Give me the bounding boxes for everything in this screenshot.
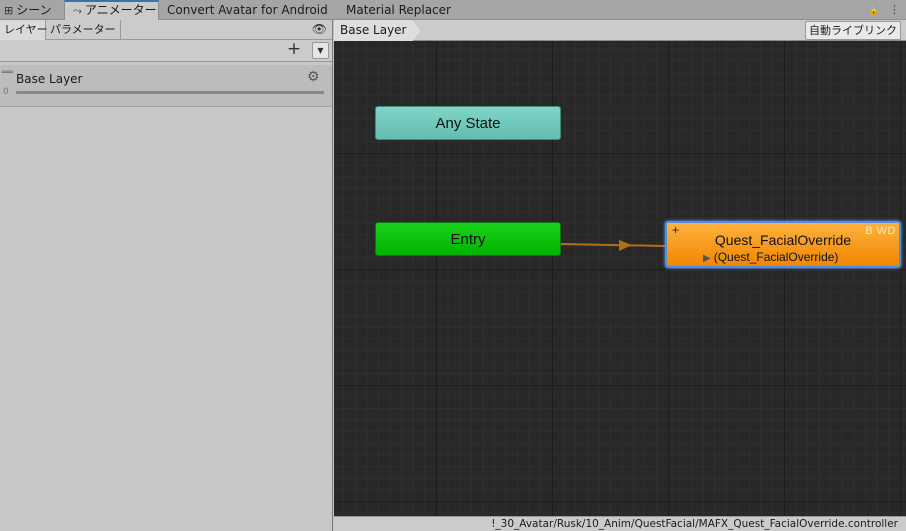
graph-header: Base Layer 自動ライブリンク [334,20,906,41]
state-node-quest-facial-override[interactable]: + B WD Quest_FacialOverride ▶ (Quest_Faci… [665,221,901,268]
tab-animator[interactable]: ⤳ アニメーター [64,0,159,21]
window-tab-bar: ⊞ シーン ⤳ アニメーター Convert Avatar for Android … [0,0,906,21]
tab-scene[interactable]: ⊞ シーン [4,0,52,20]
layers-subtabs: レイヤー パラメーター 👁 [0,20,332,40]
tab-parameters-label: パラメーター [50,23,116,36]
breadcrumb-label: Base Layer [340,23,407,37]
add-layer-button[interactable]: + [284,41,304,59]
transition-line[interactable] [560,243,666,247]
layer-name: Base Layer [16,72,83,86]
tab-convert-avatar-label: Convert Avatar for Android [167,3,328,17]
eye-icon[interactable]: 👁 [312,22,327,36]
add-layer-dropdown-button[interactable]: ▼ [312,42,329,59]
tab-parameters[interactable]: パラメーター [46,20,121,40]
tab-material-replacer[interactable]: Material Replacer [346,0,451,20]
layer-list-empty-area [0,108,332,531]
grid-icon: ⊞ [4,4,14,17]
drag-handle-icon[interactable]: ══ [2,69,13,78]
state-machine-graph[interactable]: Any State Entry + B WD Quest_FacialOverr… [334,41,906,516]
tab-scene-label: シーン [16,3,52,17]
any-state-label: Any State [435,115,501,132]
layer-item[interactable]: ══ Base Layer ⚙ 0 [0,65,332,107]
tab-convert-avatar[interactable]: Convert Avatar for Android [167,0,328,20]
layers-panel: レイヤー パラメーター 👁 + ▼ ══ Base Layer ⚙ 0 [0,20,333,531]
state-motion: ▶ (Quest_FacialOverride) [703,250,838,264]
state-name: Quest_FacialOverride [714,232,852,248]
transition-arrow-icon [619,240,632,251]
status-bar: !_30_Avatar/Rusk/10_Anim/QuestFacial/MAF… [334,516,906,531]
state-motion-label: (Quest_FacialOverride) [713,250,839,264]
lock-icon[interactable]: 🔒 [868,6,879,16]
controller-path: !_30_Avatar/Rusk/10_Anim/QuestFacial/MAF… [491,518,898,530]
entry-node[interactable]: Entry [375,222,561,256]
play-icon: ▶ [703,253,711,264]
any-state-node[interactable]: Any State [375,106,561,140]
auto-live-link-button[interactable]: 自動ライブリンク [805,21,901,40]
window-controls: 🔒 ⋮ [862,0,900,20]
entry-label: Entry [450,231,486,248]
layer-weight-label: 0 [3,87,9,97]
layers-toolbar: + ▼ [0,40,332,62]
tab-layers-label: レイヤー [4,23,48,36]
layer-weight-bar [16,91,324,94]
breadcrumb[interactable]: Base Layer [334,20,421,41]
tab-animator-label: アニメーター [84,3,157,17]
animator-icon: ⤳ [73,4,82,17]
gear-icon[interactable]: ⚙ [307,69,320,85]
tab-layers[interactable]: レイヤー [0,20,48,40]
more-menu-icon[interactable]: ⋮ [889,3,900,16]
tab-material-replacer-label: Material Replacer [346,3,451,17]
